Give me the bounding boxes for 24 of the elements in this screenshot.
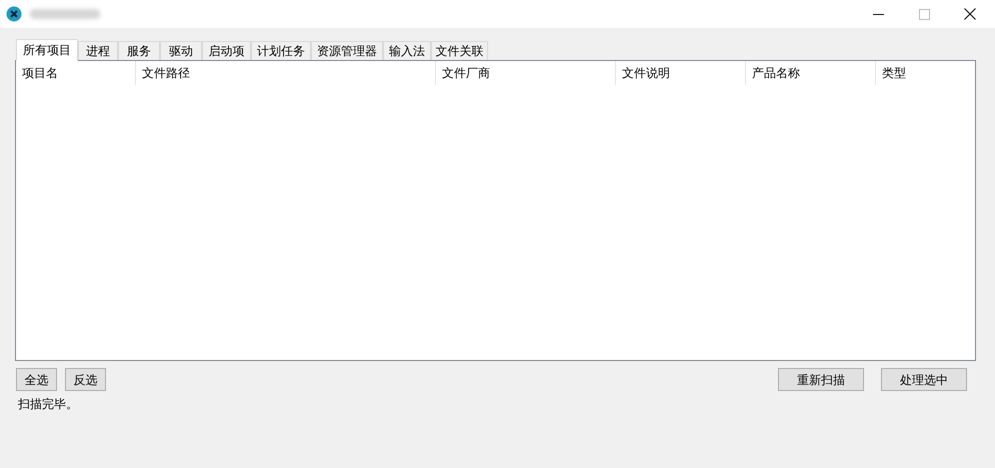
close-icon bbox=[964, 8, 976, 20]
tab[interactable]: 进程 bbox=[78, 41, 118, 60]
column-header[interactable]: 项目名 bbox=[16, 61, 136, 85]
blurred-title bbox=[30, 9, 100, 19]
column-header[interactable]: 产品名称 bbox=[746, 61, 876, 85]
app-icon bbox=[6, 6, 22, 22]
action-button[interactable]: 处理选中 bbox=[881, 368, 967, 391]
tab[interactable]: 驱动 bbox=[160, 41, 202, 60]
tab[interactable]: 所有项目 bbox=[16, 39, 78, 61]
column-header[interactable]: 类型 bbox=[876, 61, 975, 85]
tab[interactable]: 文件关联 bbox=[431, 41, 488, 60]
maximize-icon bbox=[918, 8, 930, 20]
tab[interactable]: 服务 bbox=[118, 41, 160, 60]
tab[interactable]: 计划任务 bbox=[251, 41, 311, 60]
select-button[interactable]: 反选 bbox=[65, 368, 106, 391]
tab[interactable]: 输入法 bbox=[383, 41, 431, 60]
column-header[interactable]: 文件路径 bbox=[136, 61, 436, 85]
tab[interactable]: 资源管理器 bbox=[311, 41, 383, 60]
status-text: 扫描完毕。 bbox=[18, 396, 78, 413]
action-button[interactable]: 重新扫描 bbox=[778, 368, 864, 391]
column-header[interactable]: 文件说明 bbox=[616, 61, 746, 85]
column-header[interactable]: 文件厂商 bbox=[436, 61, 616, 85]
select-button[interactable]: 全选 bbox=[16, 368, 57, 391]
tab[interactable]: 启动项 bbox=[202, 41, 251, 60]
